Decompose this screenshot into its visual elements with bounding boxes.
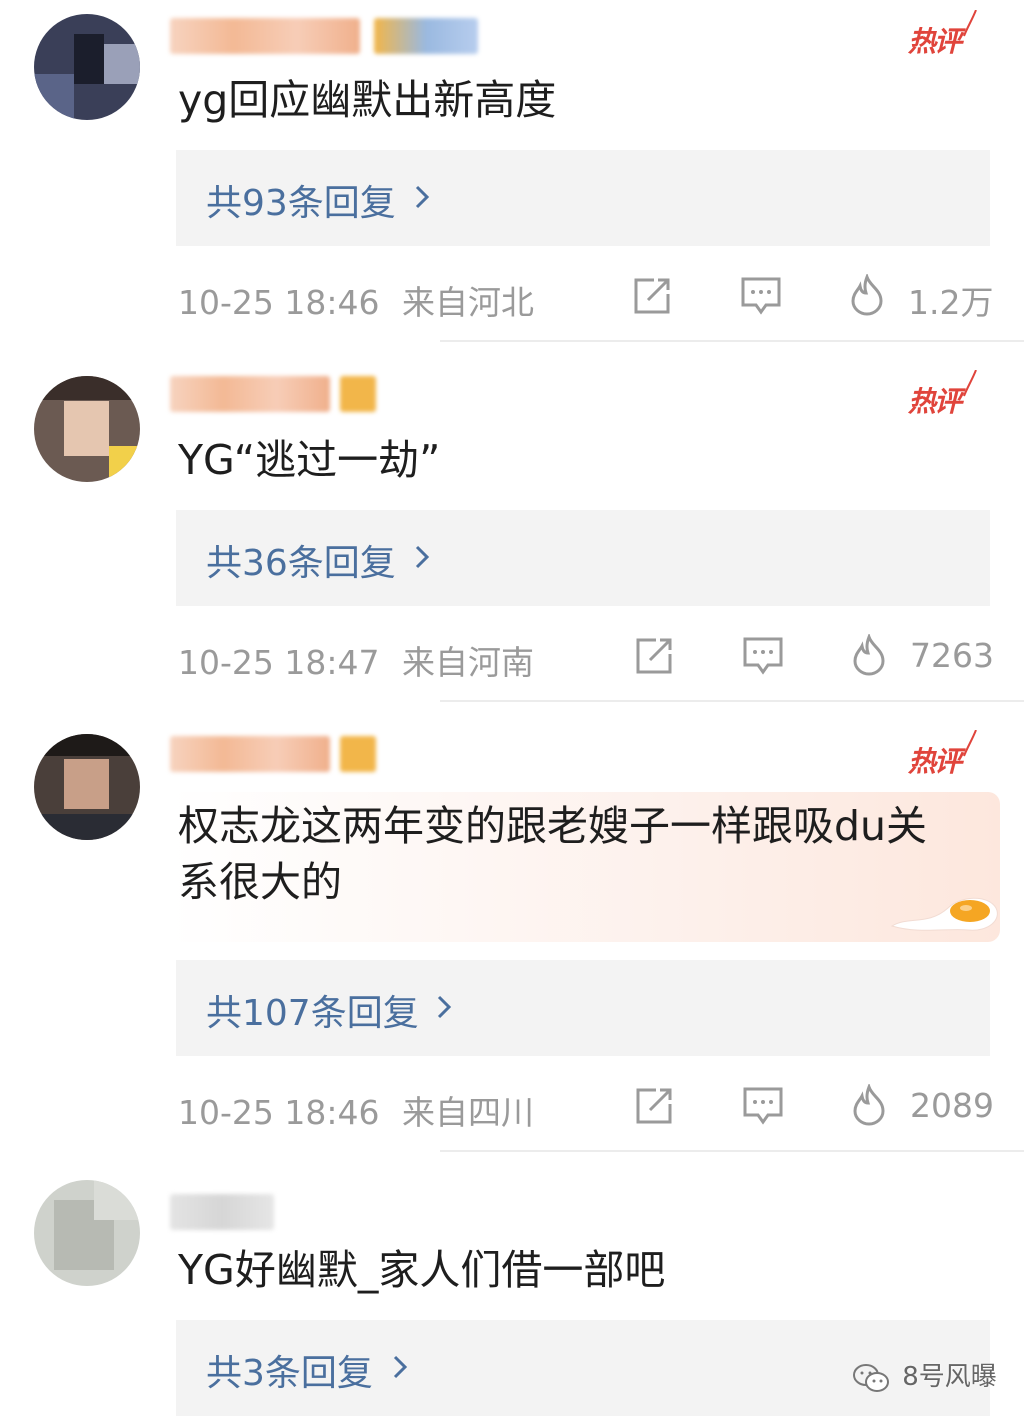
- avatar[interactable]: [34, 734, 140, 840]
- comment-icon[interactable]: [740, 276, 782, 316]
- username-blurred[interactable]: [170, 376, 330, 412]
- comment-meta: 10-25 18:46 来自四川: [178, 1086, 534, 1134]
- watermark-text: 8号风曝: [902, 1362, 997, 1392]
- wechat-icon: [853, 1363, 889, 1392]
- comment-text: YG好幽默_家人们借一部吧: [178, 1246, 666, 1294]
- share-icon[interactable]: [634, 636, 674, 676]
- divider: [440, 340, 1024, 342]
- comment-text: yg回应幽默出新高度: [178, 76, 557, 124]
- comment-item: 热评 权志龙这两年变的跟老嫂子一样跟吸du关系很大的 共107条回复 10-25…: [0, 720, 1024, 1152]
- like-flame-icon[interactable]: [848, 274, 886, 316]
- chevron-right-icon: [437, 995, 452, 1019]
- comment-text: 权志龙这两年变的跟老嫂子一样跟吸du关系很大的: [178, 802, 928, 906]
- comment-time: 10-25 18:47: [178, 643, 380, 682]
- user-badge-blurred: [374, 18, 478, 54]
- comment-text: YG“逃过一劫”: [178, 436, 441, 484]
- avatar[interactable]: [34, 1180, 140, 1286]
- divider: [440, 1150, 1024, 1152]
- username-blurred[interactable]: [170, 1194, 274, 1230]
- comment-icon[interactable]: [742, 1086, 784, 1126]
- user-badge-blurred: [340, 736, 376, 772]
- chevron-right-icon: [393, 1355, 408, 1379]
- fried-egg-icon: [890, 897, 998, 931]
- avatar[interactable]: [34, 376, 140, 482]
- view-replies-button[interactable]: 共93条回复: [176, 150, 990, 246]
- replies-count: 共93条回复: [206, 183, 396, 224]
- watermark: 8号风曝: [852, 1356, 997, 1393]
- user-badge-blurred: [340, 376, 376, 412]
- comment-item: 热评 YG“逃过一劫” 共36条回复 10-25 18:47 来自河南 7263: [0, 360, 1024, 702]
- comment-time: 10-25 18:46: [178, 283, 380, 322]
- comment-location: 来自河北: [401, 283, 534, 322]
- comment-location: 来自河南: [401, 643, 534, 682]
- comment-time: 10-25 18:46: [178, 1093, 380, 1132]
- comment-meta: 10-25 18:46 来自河北: [178, 276, 534, 324]
- view-replies-button[interactable]: 共107条回复: [176, 960, 990, 1056]
- share-icon[interactable]: [632, 276, 672, 316]
- chevron-right-icon: [415, 545, 430, 569]
- chevron-right-icon: [415, 185, 430, 209]
- replies-count: 共3条回复: [206, 1353, 373, 1394]
- like-count: 2089: [910, 1086, 994, 1125]
- username-blurred[interactable]: [170, 736, 330, 772]
- hot-comment-badge: 热评: [908, 10, 977, 60]
- like-flame-icon[interactable]: [850, 1084, 888, 1126]
- replies-count: 共107条回复: [206, 993, 419, 1034]
- share-icon[interactable]: [634, 1086, 674, 1126]
- comment-item: 热评 yg回应幽默出新高度 共93条回复 10-25 18:46 来自河北 1.…: [0, 0, 1024, 342]
- like-flame-icon[interactable]: [850, 634, 888, 676]
- avatar[interactable]: [34, 14, 140, 120]
- comment-meta: 10-25 18:47 来自河南: [178, 636, 534, 684]
- comment-location: 来自四川: [401, 1093, 534, 1132]
- divider: [440, 700, 1024, 702]
- hot-comment-badge: 热评: [908, 370, 977, 420]
- like-count: 7263: [910, 636, 994, 675]
- view-replies-button[interactable]: 共36条回复: [176, 510, 990, 606]
- comment-icon[interactable]: [742, 636, 784, 676]
- replies-count: 共36条回复: [206, 543, 396, 584]
- like-count: 1.2万: [908, 283, 994, 322]
- username-blurred[interactable]: [170, 18, 360, 54]
- hot-comment-badge: 热评: [908, 730, 977, 780]
